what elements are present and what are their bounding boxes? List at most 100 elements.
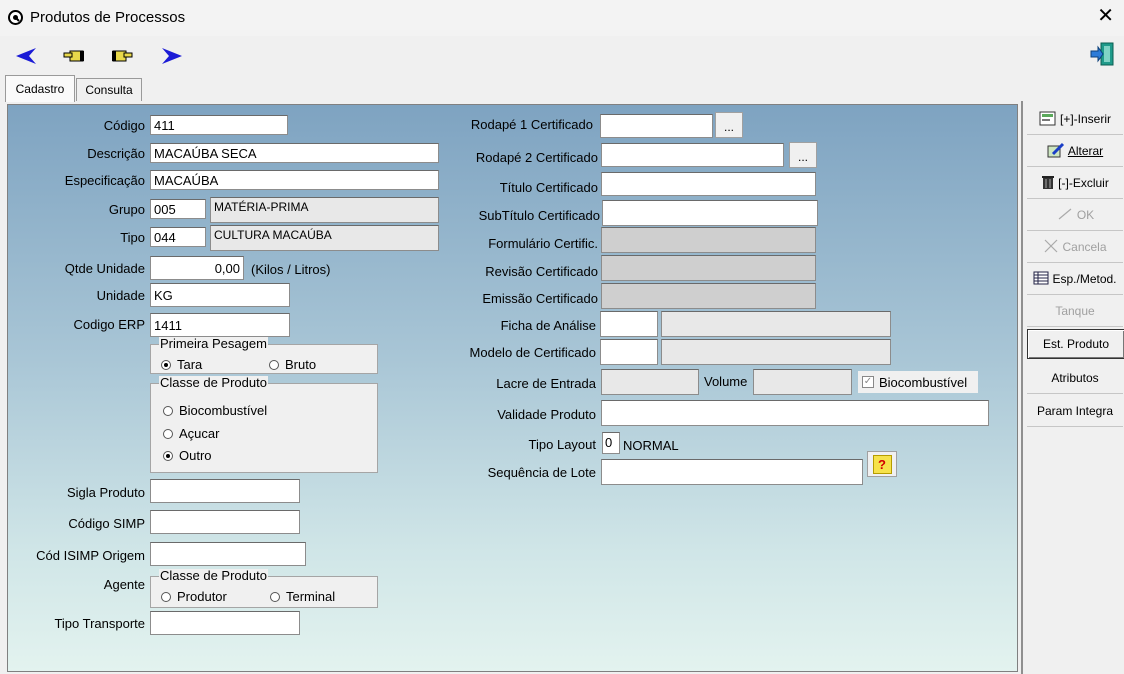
codigo-label: Código (103, 118, 145, 133)
radio-outro-label: Outro (179, 448, 212, 463)
sequencia-help-button[interactable]: ? (867, 451, 897, 477)
ok-button[interactable]: OK (1027, 200, 1123, 231)
edit-icon (1047, 142, 1065, 161)
radio-produtor[interactable]: Produtor (161, 589, 227, 604)
tanque-button[interactable]: Tanque (1027, 296, 1123, 327)
cod-isimp-field[interactable] (150, 542, 306, 566)
unidade-label: Unidade (96, 288, 145, 303)
exit-door-icon[interactable] (1088, 40, 1116, 68)
hand-point-left-icon[interactable] (62, 44, 86, 68)
rodape2-field[interactable] (601, 143, 784, 167)
ficha-code-field[interactable] (600, 311, 658, 337)
radio-terminal[interactable]: Terminal (270, 589, 335, 604)
table-icon (1033, 271, 1049, 288)
previous-arrow-icon[interactable] (14, 44, 38, 68)
codigo-simp-field[interactable] (150, 510, 300, 534)
biocombustivel-checkbox[interactable]: ✓ Biocombustível (858, 371, 978, 393)
agente-label: Agente (103, 577, 145, 592)
tipo-layout-label: Tipo Layout (528, 437, 596, 452)
close-icon[interactable]: ✕ (1097, 6, 1114, 26)
codigo-erp-field[interactable]: 1411 (150, 313, 290, 337)
grupo-code-field[interactable]: 005 (150, 199, 206, 219)
esp-metod-label: Esp./Metod. (1052, 272, 1117, 286)
radio-bruto-label: Bruto (285, 357, 317, 372)
insert-icon (1039, 110, 1057, 129)
hand-point-right-icon[interactable] (110, 44, 134, 68)
sigla-label: Sigla Produto (66, 485, 145, 500)
unidade-field[interactable]: KG (150, 283, 290, 307)
alterar-button[interactable]: Alterar (1027, 136, 1123, 167)
radio-produtor-indicator (161, 591, 171, 602)
esp-metod-button[interactable]: Esp./Metod. (1027, 264, 1123, 295)
radio-biocombustivel-indicator (163, 405, 173, 416)
radio-acucar-label: Açucar (179, 426, 220, 441)
codigo-simp-label: Código SIMP (68, 516, 145, 531)
cod-isimp-label: Cód ISIMP Origem (36, 548, 145, 563)
descricao-field[interactable]: MACAÚBA SECA (150, 143, 439, 163)
param-integra-button[interactable]: Param Integra (1027, 396, 1123, 427)
tab-consulta[interactable]: Consulta (76, 78, 142, 101)
especificacao-field[interactable]: MACAÚBA (150, 170, 439, 190)
radio-biocombustivel[interactable]: Biocombustível (163, 403, 267, 418)
radio-bruto[interactable]: Bruto (269, 357, 316, 372)
grupo-label: Grupo (108, 202, 145, 217)
codigo-field[interactable]: 411 (150, 115, 288, 135)
rodape1-browse-button[interactable]: ... (715, 112, 743, 138)
qtde-unit-label: (Kilos / Litros) (251, 262, 331, 277)
cancela-label: Cancela (1062, 240, 1107, 254)
descricao-label: Descrição (87, 146, 145, 161)
volume-field[interactable] (753, 369, 852, 395)
tipo-transporte-label: Tipo Transporte (54, 616, 145, 631)
ok-label: OK (1076, 208, 1095, 222)
qtde-field[interactable]: 0,00 (150, 256, 244, 280)
radio-terminal-label: Terminal (286, 589, 336, 604)
next-arrow-icon[interactable] (160, 44, 184, 68)
validade-label: Validade Produto (497, 407, 596, 422)
radio-biocombustivel-label: Biocombustível (179, 403, 268, 418)
title-bar: Produtos de Processos ✕ (0, 0, 1124, 36)
app-icon (8, 10, 23, 25)
tipo-code-field[interactable]: 044 (150, 227, 206, 247)
modelo-code-field[interactable] (600, 339, 658, 365)
radio-tara[interactable]: Tara (161, 357, 202, 372)
modelo-name-field (661, 339, 891, 365)
alterar-label: Alterar (1067, 144, 1104, 158)
rodape1-label: Rodapé 1 Certificado (470, 117, 593, 132)
inserir-button[interactable]: [+]-Inserir (1027, 104, 1123, 135)
excluir-button[interactable]: [-]-Excluir (1027, 168, 1123, 199)
rodape2-browse-button[interactable]: ... (789, 142, 817, 168)
titulo-field[interactable] (601, 172, 816, 196)
sequencia-field[interactable] (601, 459, 863, 485)
est-produto-button[interactable]: Est. Produto (1027, 329, 1124, 359)
action-sidebar: [+]-Inserir Alterar [-]-Excluir OK Cance… (1021, 101, 1124, 674)
validade-field[interactable] (601, 400, 989, 426)
volume-label: Volume (704, 374, 748, 389)
excluir-label: [-]-Excluir (1058, 176, 1109, 190)
qtde-label: Qtde Unidade (64, 261, 145, 276)
rodape1-field[interactable] (600, 114, 713, 138)
tipo-label: Tipo (120, 230, 145, 245)
tipo-transporte-field[interactable] (150, 611, 300, 635)
radio-acucar[interactable]: Açucar (163, 426, 219, 441)
atributos-button[interactable]: Atributos (1027, 363, 1123, 394)
sequencia-label: Sequência de Lote (487, 465, 596, 480)
tipo-layout-text: NORMAL (623, 438, 679, 453)
subtitulo-field[interactable] (602, 200, 818, 226)
ficha-name-field (661, 311, 891, 337)
emissao-field (601, 283, 816, 309)
tab-cadastro[interactable]: Cadastro (5, 75, 75, 102)
lacre-field[interactable] (601, 369, 699, 395)
formulario-label: Formulário Certific. (488, 236, 598, 251)
modelo-label: Modelo de Certificado (469, 345, 596, 360)
grupo-name-field: MATÉRIA-PRIMA (210, 197, 439, 223)
lacre-label: Lacre de Entrada (496, 376, 596, 391)
radio-tara-label: Tara (177, 357, 203, 372)
sigla-field[interactable] (150, 479, 300, 503)
radio-terminal-indicator (270, 591, 280, 602)
inserir-label: [+]-Inserir (1059, 112, 1111, 126)
tipo-name-field: CULTURA MACAÚBA (210, 225, 439, 251)
cancela-button[interactable]: Cancela (1027, 232, 1123, 263)
radio-outro[interactable]: Outro (163, 448, 212, 463)
subtitulo-label: SubTítulo Certificado (478, 208, 600, 223)
tipo-layout-field[interactable]: 0 (602, 432, 620, 454)
